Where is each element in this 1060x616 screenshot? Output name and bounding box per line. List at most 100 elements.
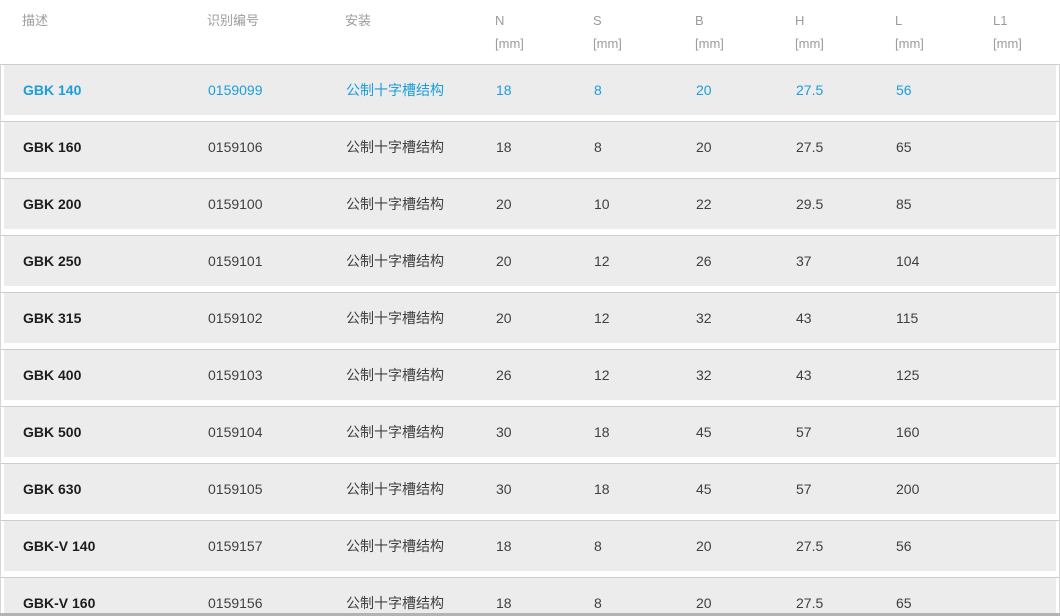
column-header-N: N [mm] bbox=[495, 9, 593, 64]
cell-B: 20 bbox=[696, 82, 796, 98]
cell-L: 65 bbox=[896, 595, 994, 611]
cell-N: 18 bbox=[496, 538, 594, 554]
cell-B: 45 bbox=[696, 424, 796, 440]
column-header-B: B [mm] bbox=[695, 9, 795, 64]
table-row[interactable]: GBK-V 160 0159156 公制十字槽结构 18 8 20 27.5 6… bbox=[1, 577, 1059, 616]
cell-mounting: 公制十字槽结构 bbox=[346, 137, 496, 157]
table-row-inner: GBK 140 0159099 公制十字槽结构 18 8 20 27.5 56 bbox=[4, 65, 1056, 115]
cell-S: 8 bbox=[594, 595, 696, 611]
cell-description[interactable]: GBK 160 bbox=[23, 139, 208, 155]
table-row[interactable]: GBK 315 0159102 公制十字槽结构 20 12 32 43 115 bbox=[1, 292, 1059, 343]
table-row-inner: GBK 630 0159105 公制十字槽结构 30 18 45 57 200 bbox=[4, 464, 1056, 514]
cell-part-number: 0159099 bbox=[208, 82, 346, 98]
cell-description[interactable]: GBK 200 bbox=[23, 196, 208, 212]
table-row-inner: GBK-V 140 0159157 公制十字槽结构 18 8 20 27.5 5… bbox=[4, 521, 1056, 571]
cell-H: 29.5 bbox=[796, 196, 896, 212]
cell-description[interactable]: GBK 630 bbox=[23, 481, 208, 497]
table-row[interactable]: GBK 630 0159105 公制十字槽结构 30 18 45 57 200 bbox=[1, 463, 1059, 514]
cell-mounting: 公制十字槽结构 bbox=[346, 194, 496, 214]
table-row[interactable]: GBK 160 0159106 公制十字槽结构 18 8 20 27.5 65 bbox=[1, 121, 1059, 172]
cell-B: 20 bbox=[696, 595, 796, 611]
cell-mounting: 公制十字槽结构 bbox=[346, 308, 496, 328]
column-header-description: 描述 bbox=[22, 9, 207, 64]
column-header-S: S [mm] bbox=[593, 9, 695, 64]
table-row-inner: GBK 500 0159104 公制十字槽结构 30 18 45 57 160 bbox=[4, 407, 1056, 457]
cell-N: 18 bbox=[496, 139, 594, 155]
table-row-inner: GBK 250 0159101 公制十字槽结构 20 12 26 37 104 bbox=[4, 236, 1056, 286]
cell-L: 65 bbox=[896, 139, 994, 155]
cell-N: 18 bbox=[496, 82, 594, 98]
cell-S: 12 bbox=[594, 253, 696, 269]
cell-L: 125 bbox=[896, 367, 994, 383]
cell-part-number: 0159102 bbox=[208, 310, 346, 326]
cell-description[interactable]: GBK-V 160 bbox=[23, 595, 208, 611]
cell-S: 8 bbox=[594, 82, 696, 98]
cell-part-number: 0159104 bbox=[208, 424, 346, 440]
cell-description[interactable]: GBK 250 bbox=[23, 253, 208, 269]
table-row-inner: GBK 160 0159106 公制十字槽结构 18 8 20 27.5 65 bbox=[4, 122, 1056, 172]
cell-mounting: 公制十字槽结构 bbox=[346, 536, 496, 556]
table-row-inner: GBK-V 160 0159156 公制十字槽结构 18 8 20 27.5 6… bbox=[4, 578, 1056, 616]
cell-H: 27.5 bbox=[796, 538, 896, 554]
cell-H: 57 bbox=[796, 424, 896, 440]
cell-mounting: 公制十字槽结构 bbox=[346, 365, 496, 385]
cell-description[interactable]: GBK 400 bbox=[23, 367, 208, 383]
cell-N: 26 bbox=[496, 367, 594, 383]
cell-B: 22 bbox=[696, 196, 796, 212]
cell-S: 18 bbox=[594, 481, 696, 497]
cell-L: 56 bbox=[896, 82, 994, 98]
table-row[interactable]: GBK 200 0159100 公制十字槽结构 20 10 22 29.5 85 bbox=[1, 178, 1059, 229]
table-header: 描述 识别编号 安装 N [mm] S [mm] B [mm] H [mm] L bbox=[0, 0, 1060, 64]
column-header-mounting: 安装 bbox=[345, 9, 495, 64]
cell-B: 32 bbox=[696, 367, 796, 383]
table-row[interactable]: GBK-V 140 0159157 公制十字槽结构 18 8 20 27.5 5… bbox=[1, 520, 1059, 571]
cell-mounting: 公制十字槽结构 bbox=[346, 422, 496, 442]
cell-H: 27.5 bbox=[796, 595, 896, 611]
table-row[interactable]: GBK 400 0159103 公制十字槽结构 26 12 32 43 125 bbox=[1, 349, 1059, 400]
cell-part-number: 0159106 bbox=[208, 139, 346, 155]
cell-H: 43 bbox=[796, 310, 896, 326]
cell-mounting: 公制十字槽结构 bbox=[346, 479, 496, 499]
cell-B: 45 bbox=[696, 481, 796, 497]
cell-B: 20 bbox=[696, 139, 796, 155]
cell-description[interactable]: GBK-V 140 bbox=[23, 538, 208, 554]
cell-S: 12 bbox=[594, 310, 696, 326]
table-body: GBK 140 0159099 公制十字槽结构 18 8 20 27.5 56 … bbox=[0, 64, 1060, 616]
cell-part-number: 0159157 bbox=[208, 538, 346, 554]
cell-H: 57 bbox=[796, 481, 896, 497]
cell-mounting: 公制十字槽结构 bbox=[346, 593, 496, 613]
cell-part-number: 0159105 bbox=[208, 481, 346, 497]
cell-S: 12 bbox=[594, 367, 696, 383]
cell-part-number: 0159103 bbox=[208, 367, 346, 383]
table-row-inner: GBK 400 0159103 公制十字槽结构 26 12 32 43 125 bbox=[4, 350, 1056, 400]
table-row-inner: GBK 315 0159102 公制十字槽结构 20 12 32 43 115 bbox=[4, 293, 1056, 343]
cell-S: 10 bbox=[594, 196, 696, 212]
cell-part-number: 0159100 bbox=[208, 196, 346, 212]
cell-part-number: 0159101 bbox=[208, 253, 346, 269]
product-spec-table: 描述 识别编号 安装 N [mm] S [mm] B [mm] H [mm] L bbox=[0, 0, 1060, 616]
table-row[interactable]: GBK 140 0159099 公制十字槽结构 18 8 20 27.5 56 bbox=[1, 64, 1059, 115]
cell-B: 20 bbox=[696, 538, 796, 554]
cell-L: 85 bbox=[896, 196, 994, 212]
cell-H: 43 bbox=[796, 367, 896, 383]
cell-L: 200 bbox=[896, 481, 994, 497]
cell-mounting: 公制十字槽结构 bbox=[346, 251, 496, 271]
cell-S: 8 bbox=[594, 139, 696, 155]
cell-description[interactable]: GBK 140 bbox=[23, 82, 208, 98]
cell-H: 27.5 bbox=[796, 139, 896, 155]
table-row-inner: GBK 200 0159100 公制十字槽结构 20 10 22 29.5 85 bbox=[4, 179, 1056, 229]
cell-L: 56 bbox=[896, 538, 994, 554]
cell-N: 30 bbox=[496, 481, 594, 497]
cell-B: 26 bbox=[696, 253, 796, 269]
cell-description[interactable]: GBK 500 bbox=[23, 424, 208, 440]
cell-description[interactable]: GBK 315 bbox=[23, 310, 208, 326]
cell-L: 115 bbox=[896, 310, 994, 326]
column-header-L: L [mm] bbox=[895, 9, 993, 64]
table-row[interactable]: GBK 500 0159104 公制十字槽结构 30 18 45 57 160 bbox=[1, 406, 1059, 457]
cell-S: 18 bbox=[594, 424, 696, 440]
cell-H: 37 bbox=[796, 253, 896, 269]
cell-B: 32 bbox=[696, 310, 796, 326]
cell-S: 8 bbox=[594, 538, 696, 554]
cell-H: 27.5 bbox=[796, 82, 896, 98]
table-row[interactable]: GBK 250 0159101 公制十字槽结构 20 12 26 37 104 bbox=[1, 235, 1059, 286]
